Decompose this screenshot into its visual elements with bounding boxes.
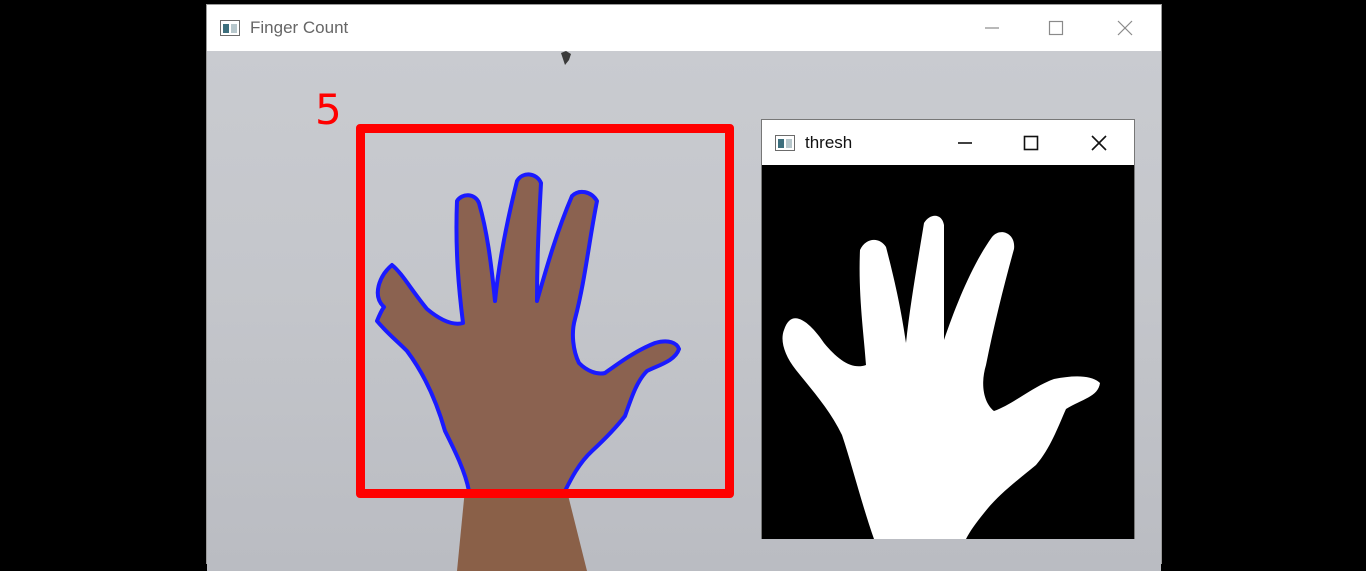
opencv-window-icon: [775, 134, 795, 151]
maximize-icon: [1023, 135, 1039, 151]
finger-count-label: 5: [315, 85, 342, 134]
threshold-mask-view: [762, 165, 1134, 539]
minimize-button[interactable]: [936, 120, 994, 166]
window-title: thresh: [805, 132, 853, 152]
minimize-icon: [958, 142, 972, 144]
minimize-icon: [985, 27, 999, 29]
threshold-hand-mask: [782, 215, 1100, 539]
desktop: { "main_window": { "title": "Finger Coun…: [0, 0, 1366, 571]
opencv-window-icon: [220, 20, 240, 36]
maximize-button[interactable]: [1027, 5, 1085, 51]
finger-count-titlebar[interactable]: Finger Count: [207, 5, 1161, 51]
close-button[interactable]: [1070, 120, 1128, 166]
minimize-button[interactable]: [963, 5, 1021, 51]
window-title: Finger Count: [250, 18, 349, 37]
close-icon: [1091, 135, 1107, 151]
thresh-titlebar[interactable]: thresh: [762, 120, 1134, 165]
maximize-button[interactable]: [1002, 120, 1060, 166]
hand-bounding-box: [356, 124, 734, 498]
close-button[interactable]: [1096, 5, 1154, 51]
thresh-window: thresh: [761, 119, 1135, 539]
close-icon: [1117, 20, 1133, 36]
maximize-icon: [1048, 20, 1064, 36]
